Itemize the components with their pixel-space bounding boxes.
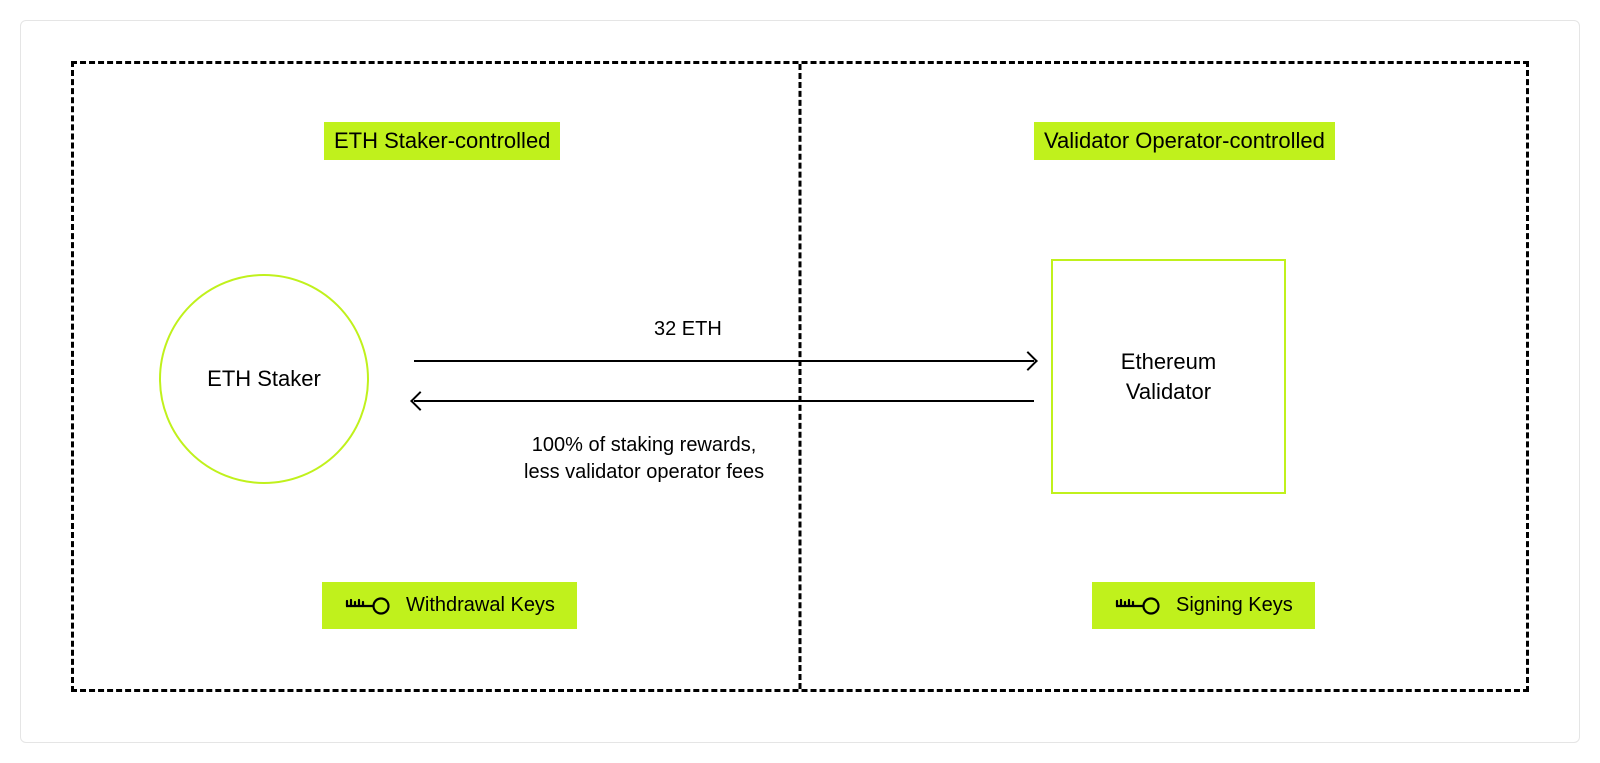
signing-keys-badge: Signing Keys — [1092, 582, 1315, 629]
key-icon — [1114, 595, 1160, 617]
arrow-right-icon — [414, 360, 1034, 362]
left-section-header: ETH Staker-controlled — [324, 122, 560, 160]
ethereum-validator-label: EthereumValidator — [1121, 347, 1216, 406]
vertical-divider — [799, 64, 802, 689]
diagram-dashed-container: ETH Staker-controlled Validator Operator… — [71, 61, 1529, 692]
arrow-left-icon — [414, 400, 1034, 402]
eth-staker-label: ETH Staker — [207, 366, 321, 392]
withdrawal-keys-badge: Withdrawal Keys — [322, 582, 577, 629]
arrow-to-validator — [414, 360, 1034, 362]
diagram-frame: ETH Staker-controlled Validator Operator… — [20, 20, 1580, 743]
flow-label-to-validator: 32 ETH — [654, 316, 722, 343]
signing-keys-label: Signing Keys — [1176, 594, 1293, 617]
key-icon — [344, 595, 390, 617]
right-section-header: Validator Operator-controlled — [1034, 122, 1335, 160]
arrow-to-staker — [414, 400, 1034, 402]
flow-label-to-staker: 100% of staking rewards,less validator o… — [524, 432, 764, 486]
withdrawal-keys-label: Withdrawal Keys — [406, 594, 555, 617]
eth-staker-node: ETH Staker — [159, 274, 369, 484]
ethereum-validator-node: EthereumValidator — [1051, 259, 1286, 494]
